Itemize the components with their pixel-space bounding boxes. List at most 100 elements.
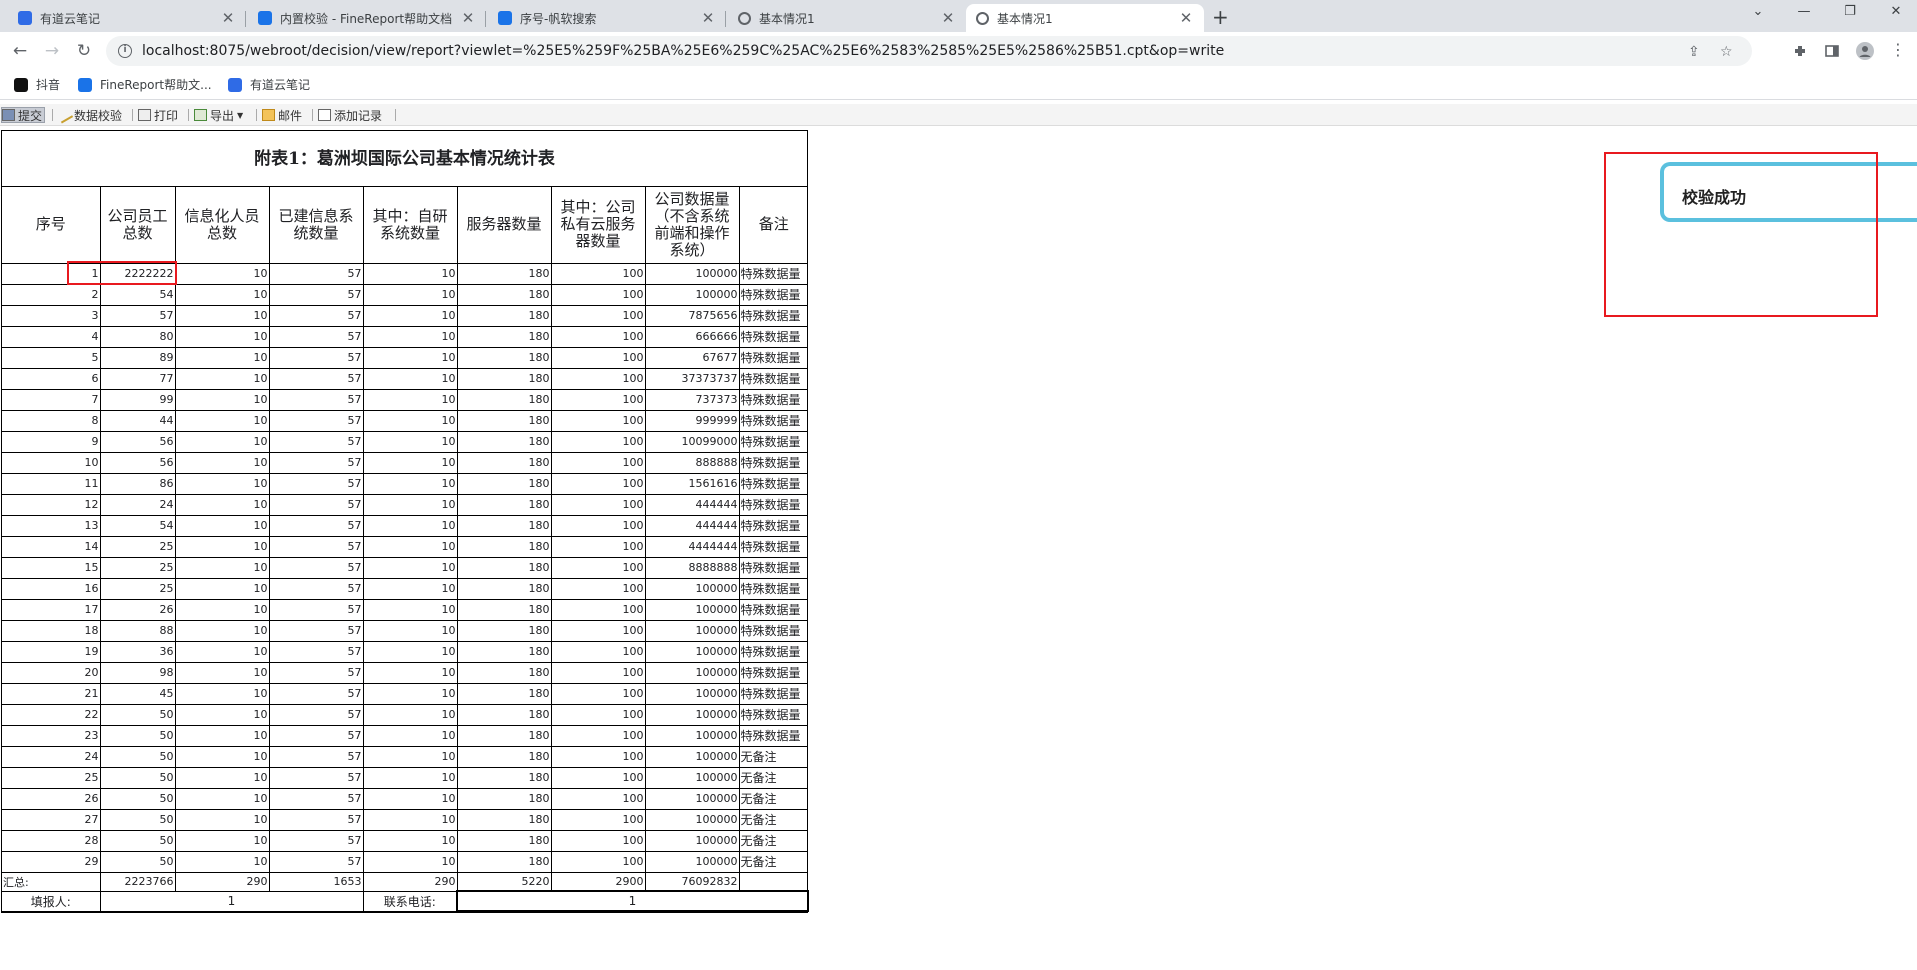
data-cell[interactable]: 57 (268, 304, 364, 327)
data-cell[interactable]: 10 (362, 262, 458, 285)
data-cell[interactable]: 98 (99, 661, 176, 684)
note-cell[interactable]: 特殊数据量 (738, 514, 808, 537)
data-cell[interactable]: 100000 (644, 850, 740, 873)
data-cell[interactable]: 10 (174, 472, 270, 495)
data-cell[interactable]: 57 (268, 724, 364, 747)
data-cell[interactable]: 100 (550, 598, 646, 621)
bookmark-douyin[interactable]: 抖音 (14, 76, 60, 93)
data-cell[interactable]: 57 (268, 346, 364, 369)
data-cell[interactable]: 180 (456, 745, 552, 768)
data-cell[interactable]: 10 (174, 556, 270, 579)
share-icon[interactable]: ⇪ (1688, 44, 1700, 60)
bookmark-youdao[interactable]: 有道云笔记 (228, 76, 310, 93)
data-cell[interactable]: 8888888 (644, 556, 740, 579)
data-cell[interactable]: 77 (99, 367, 176, 390)
note-cell[interactable]: 特殊数据量 (738, 703, 808, 726)
data-cell[interactable]: 45 (99, 682, 176, 705)
data-cell[interactable]: 100000 (644, 262, 740, 285)
data-cell[interactable]: 1561616 (644, 472, 740, 495)
note-cell[interactable]: 特殊数据量 (738, 472, 808, 495)
menu-kebab-icon[interactable]: ⋮ (1888, 40, 1908, 60)
browser-tab[interactable]: 基本情况1 ✕ (728, 4, 966, 32)
data-cell[interactable]: 10 (362, 346, 458, 369)
data-cell[interactable]: 57 (268, 619, 364, 642)
data-cell[interactable]: 100 (550, 283, 646, 306)
note-cell[interactable]: 特殊数据量 (738, 283, 808, 306)
data-cell[interactable]: 10 (362, 304, 458, 327)
back-button[interactable]: ← (10, 41, 30, 61)
data-cell[interactable]: 10 (174, 535, 270, 558)
data-cell[interactable]: 7875656 (644, 304, 740, 327)
data-cell[interactable]: 180 (456, 535, 552, 558)
data-cell[interactable]: 57 (268, 787, 364, 810)
data-cell[interactable]: 10 (174, 745, 270, 768)
note-cell[interactable]: 特殊数据量 (738, 409, 808, 432)
data-cell[interactable]: 50 (99, 787, 176, 810)
email-button[interactable]: 邮件 (262, 107, 302, 123)
data-cell[interactable]: 444444 (644, 514, 740, 537)
note-cell[interactable]: 特殊数据量 (738, 535, 808, 558)
data-cell[interactable]: 100 (550, 535, 646, 558)
data-cell[interactable]: 10 (362, 724, 458, 747)
data-cell[interactable]: 4444444 (644, 535, 740, 558)
data-cell[interactable]: 180 (456, 829, 552, 852)
data-cell[interactable]: 100 (550, 493, 646, 516)
data-cell[interactable]: 10 (174, 262, 270, 285)
data-cell[interactable]: 10 (174, 493, 270, 516)
data-cell[interactable]: 100 (550, 682, 646, 705)
data-cell[interactable]: 180 (456, 493, 552, 516)
close-tab-icon[interactable]: ✕ (1178, 9, 1194, 27)
bookmark-star-icon[interactable]: ☆ (1720, 44, 1733, 60)
data-cell[interactable]: 57 (268, 535, 364, 558)
data-cell[interactable]: 100 (550, 577, 646, 600)
data-cell[interactable]: 100 (550, 472, 646, 495)
data-cell[interactable]: 100 (550, 325, 646, 348)
data-cell[interactable]: 10 (362, 367, 458, 390)
data-cell[interactable]: 10 (174, 598, 270, 621)
data-cell[interactable]: 57 (268, 745, 364, 768)
data-cell[interactable]: 180 (456, 661, 552, 684)
data-cell[interactable]: 10 (174, 283, 270, 306)
print-button[interactable]: 打印 (138, 107, 178, 123)
data-cell[interactable]: 50 (99, 829, 176, 852)
data-cell[interactable]: 100 (550, 766, 646, 789)
data-cell[interactable]: 100000 (644, 808, 740, 831)
data-cell[interactable]: 100 (550, 745, 646, 768)
data-cell[interactable]: 24 (99, 493, 176, 516)
data-cell[interactable]: 180 (456, 430, 552, 453)
data-cell[interactable]: 57 (268, 283, 364, 306)
data-cell[interactable]: 57 (268, 640, 364, 663)
data-cell[interactable]: 25 (99, 577, 176, 600)
data-cell[interactable]: 100000 (644, 787, 740, 810)
data-cell[interactable]: 57 (268, 850, 364, 873)
data-cell[interactable]: 25 (99, 556, 176, 579)
url-text[interactable]: localhost:8075/webroot/decision/view/rep… (142, 43, 1224, 59)
data-cell[interactable]: 10 (174, 325, 270, 348)
data-cell[interactable]: 57 (268, 556, 364, 579)
data-cell[interactable]: 180 (456, 577, 552, 600)
data-cell[interactable]: 10 (174, 640, 270, 663)
data-cell[interactable]: 180 (456, 409, 552, 432)
data-cell[interactable]: 10 (362, 283, 458, 306)
data-cell[interactable]: 444444 (644, 493, 740, 516)
data-cell[interactable]: 57 (268, 577, 364, 600)
data-cell[interactable]: 50 (99, 808, 176, 831)
note-cell[interactable]: 特殊数据量 (738, 493, 808, 516)
data-cell[interactable]: 10 (362, 430, 458, 453)
data-cell[interactable]: 57 (268, 703, 364, 726)
data-cell[interactable]: 180 (456, 598, 552, 621)
tab-search-icon[interactable]: ⌄ (1748, 4, 1768, 19)
data-cell[interactable]: 10 (362, 598, 458, 621)
note-cell[interactable]: 特殊数据量 (738, 598, 808, 621)
data-cell[interactable]: 10 (362, 745, 458, 768)
note-cell[interactable]: 无备注 (738, 850, 808, 873)
data-cell[interactable]: 10 (174, 766, 270, 789)
data-cell[interactable]: 10 (174, 577, 270, 600)
browser-tab[interactable]: 有道云笔记 ✕ (8, 4, 246, 32)
data-cell[interactable]: 100 (550, 808, 646, 831)
data-cell[interactable]: 666666 (644, 325, 740, 348)
data-cell[interactable]: 100000 (644, 661, 740, 684)
data-cell[interactable]: 180 (456, 262, 552, 285)
note-cell[interactable]: 特殊数据量 (738, 367, 808, 390)
data-cell[interactable]: 57 (268, 367, 364, 390)
